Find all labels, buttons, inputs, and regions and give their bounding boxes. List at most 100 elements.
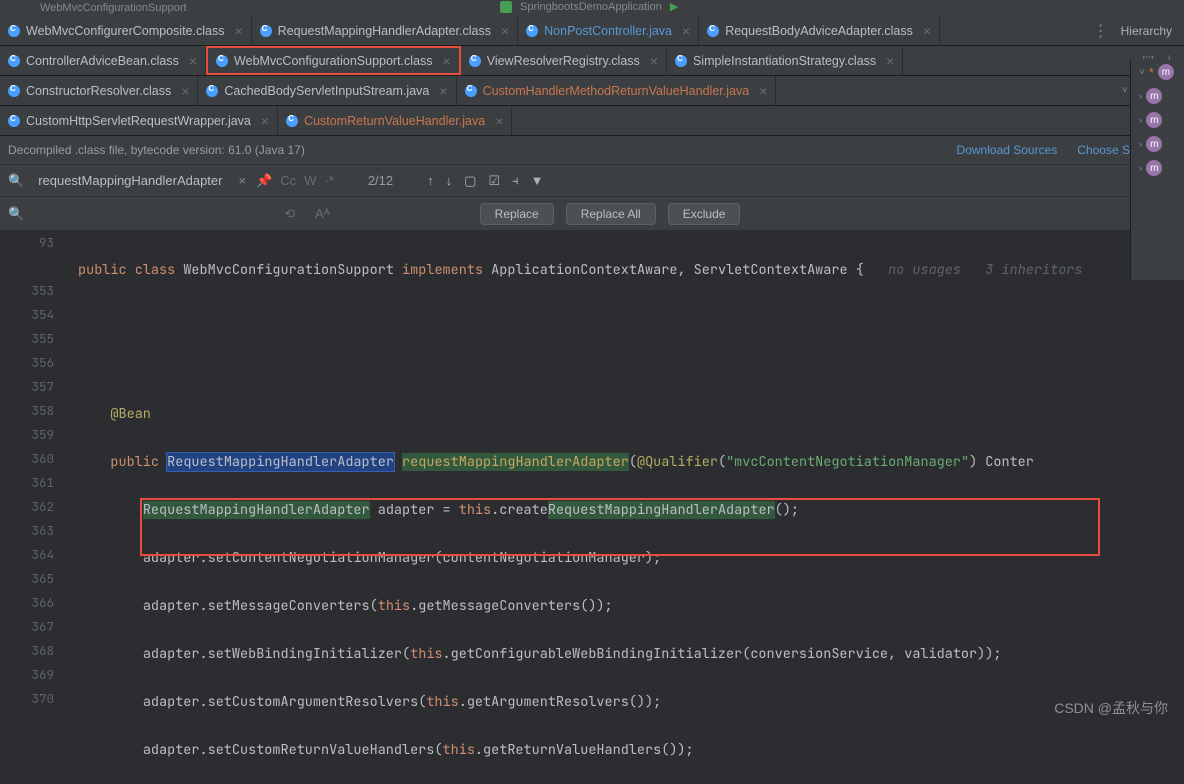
class-icon: [465, 85, 477, 97]
tab-constructorresolver[interactable]: ConstructorResolver.class×: [0, 76, 198, 105]
bug-icon: [500, 1, 512, 13]
tab-row-4: CustomHttpServletRequestWrapper.java× Cu…: [0, 106, 1184, 136]
pin-icon[interactable]: 📌: [256, 173, 272, 189]
class-icon: [8, 115, 20, 127]
select-all-icon[interactable]: ▢: [464, 173, 476, 189]
code-editor[interactable]: public class WebMvcConfigurationSupport …: [78, 230, 1184, 784]
line-number: 361: [0, 474, 78, 498]
line-number: 353: [0, 282, 78, 306]
tab-webmvcconfigurercomposite[interactable]: WebMvcConfigurerComposite.class×: [0, 16, 252, 45]
run-config-label[interactable]: SpringbootsDemoApplication: [520, 1, 662, 13]
tab-customhttpservletrequestwrapper[interactable]: CustomHttpServletRequestWrapper.java×: [0, 106, 278, 135]
match-case-toggle[interactable]: Cc: [280, 173, 296, 188]
run-config-area: SpringbootsDemoApplication ▶: [500, 0, 678, 13]
decompile-info: Decompiled .class file, bytecode version…: [8, 143, 305, 157]
add-selection-icon[interactable]: ☑: [488, 173, 500, 189]
class-icon: [707, 25, 719, 37]
chevron-down-icon[interactable]: ˅: [1122, 85, 1128, 96]
line-number: 93: [0, 234, 78, 258]
match-count: 2/12: [368, 173, 393, 188]
next-match-icon[interactable]: ↓: [446, 173, 453, 189]
regex-replace-icon[interactable]: Aᴬ: [315, 206, 330, 221]
replace-all-button[interactable]: Replace All: [566, 203, 656, 225]
regex-toggle[interactable]: ·*: [324, 173, 333, 188]
close-icon[interactable]: ×: [923, 23, 931, 39]
preserve-case-icon[interactable]: ⟲: [284, 206, 295, 222]
line-number: 367: [0, 618, 78, 642]
close-icon[interactable]: ×: [439, 83, 447, 99]
close-icon[interactable]: ×: [181, 83, 189, 99]
line-number: 355: [0, 330, 78, 354]
line-number: 368: [0, 642, 78, 666]
tab-customreturnvaluehandler[interactable]: CustomReturnValueHandler.java×: [278, 106, 512, 135]
structure-item[interactable]: ›m: [1131, 132, 1184, 156]
tab-row-1: WebMvcConfigurerComposite.class× Request…: [0, 16, 1184, 46]
close-icon[interactable]: ×: [650, 53, 658, 69]
line-number: 369: [0, 666, 78, 690]
class-icon: [216, 55, 228, 67]
tab-cachedbodyservletinputstream[interactable]: CachedBodyServletInputStream.java×: [198, 76, 456, 105]
tab-nonpostcontroller[interactable]: NonPostController.java×: [518, 16, 699, 45]
tab-customhandlermethodreturnvaluehandler[interactable]: CustomHandlerMethodReturnValueHandler.ja…: [457, 76, 777, 105]
tab-controlleradvicebean[interactable]: ControllerAdviceBean.class×: [0, 46, 206, 75]
download-sources-link[interactable]: Download Sources: [957, 143, 1058, 157]
tab-simpleinstantiationstrategy[interactable]: SimpleInstantiationStrategy.class×: [667, 46, 903, 75]
prev-match-icon[interactable]: ↑: [427, 173, 434, 189]
highlight-box: [140, 498, 1100, 556]
line-number: 362: [0, 498, 78, 522]
class-icon: [469, 55, 481, 67]
line-number: 356: [0, 354, 78, 378]
class-icon: [8, 85, 20, 97]
run-icon[interactable]: ▶: [670, 0, 678, 13]
editor-tabs: WebMvcConfigurerComposite.class× Request…: [0, 16, 1184, 136]
class-icon: [206, 85, 218, 97]
structure-item[interactable]: ˅*m: [1131, 60, 1184, 84]
filter-icon[interactable]: ▼: [531, 173, 544, 189]
close-icon[interactable]: ×: [261, 113, 269, 129]
find-input[interactable]: requestMappingHandlerAdapter: [38, 173, 222, 188]
settings-icon[interactable]: ⫞: [512, 173, 519, 189]
clear-search-icon[interactable]: ×: [238, 173, 246, 188]
line-number: 365: [0, 570, 78, 594]
class-icon: [675, 55, 687, 67]
tab-viewresolverregistry[interactable]: ViewResolverRegistry.class×: [461, 46, 667, 75]
close-icon[interactable]: ×: [886, 53, 894, 69]
tab-requestmappinghandleradapter[interactable]: RequestMappingHandlerAdapter.class×: [252, 16, 519, 45]
class-icon: [286, 115, 298, 127]
replace-button[interactable]: Replace: [480, 203, 554, 225]
line-number: 358: [0, 402, 78, 426]
structure-item[interactable]: ›m: [1131, 108, 1184, 132]
close-icon[interactable]: ×: [189, 53, 197, 69]
decompile-info-bar: Decompiled .class file, bytecode version…: [0, 136, 1184, 164]
close-icon[interactable]: ×: [682, 23, 690, 39]
line-number: 360: [0, 450, 78, 474]
close-icon[interactable]: ×: [495, 113, 503, 129]
replace-bar: 🔍 ⟲ Aᴬ Replace Replace All Exclude: [0, 196, 1184, 230]
line-number: 359: [0, 426, 78, 450]
close-icon[interactable]: ×: [501, 23, 509, 39]
more-tabs-icon[interactable]: ⋮: [1093, 21, 1109, 41]
search-icon[interactable]: 🔍: [8, 173, 24, 189]
exclude-button[interactable]: Exclude: [668, 203, 741, 225]
structure-item[interactable]: ›m: [1131, 156, 1184, 180]
whole-word-toggle[interactable]: W: [304, 173, 316, 188]
class-icon: [8, 55, 20, 67]
class-icon: [260, 25, 272, 37]
line-number: 357: [0, 378, 78, 402]
hierarchy-label[interactable]: Hierarchy: [1121, 24, 1172, 38]
structure-item[interactable]: ›m: [1131, 84, 1184, 108]
replace-search-icon[interactable]: 🔍: [8, 206, 24, 222]
find-bar: 🔍 requestMappingHandlerAdapter × 📌 Cc W …: [0, 164, 1184, 196]
close-icon[interactable]: ×: [234, 23, 242, 39]
tab-row-2: ControllerAdviceBean.class× WebMvcConfig…: [0, 46, 1184, 76]
close-icon[interactable]: ×: [759, 83, 767, 99]
line-number: 366: [0, 594, 78, 618]
class-icon: [8, 25, 20, 37]
line-number: 363: [0, 522, 78, 546]
line-number: 364: [0, 546, 78, 570]
line-number: 370: [0, 690, 78, 714]
tab-webmvcconfigurationsupport[interactable]: WebMvcConfigurationSupport.class×: [206, 46, 461, 75]
breadcrumb: WebMvcConfigurationSupport: [40, 2, 187, 14]
tab-requestbodyadviceadapter[interactable]: RequestBodyAdviceAdapter.class×: [699, 16, 940, 45]
close-icon[interactable]: ×: [443, 53, 451, 69]
